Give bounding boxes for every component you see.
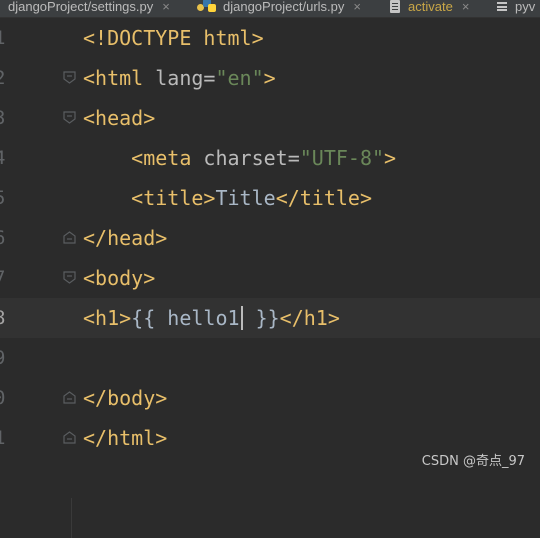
line-number: 1 bbox=[0, 418, 10, 458]
indent-guide bbox=[71, 498, 72, 538]
config-file-icon bbox=[497, 2, 507, 11]
line-number: 7 bbox=[0, 258, 10, 298]
code-text[interactable]: <head> bbox=[83, 98, 155, 138]
python-file-icon bbox=[197, 0, 217, 13]
fold-open-icon[interactable] bbox=[63, 71, 76, 84]
code-token: "UTF-8" bbox=[299, 146, 385, 170]
code-token: > bbox=[263, 66, 276, 90]
code-token: {{ hello1 bbox=[131, 306, 240, 330]
code-token: charset= bbox=[203, 146, 300, 170]
line-number: 9 bbox=[0, 338, 10, 378]
code-token: </html> bbox=[83, 426, 168, 450]
code-text[interactable]: </body> bbox=[83, 378, 167, 418]
code-token: </title> bbox=[275, 186, 373, 210]
code-line[interactable]: 0 </body> bbox=[0, 378, 540, 418]
close-icon[interactable]: × bbox=[462, 0, 470, 14]
code-token: Title bbox=[215, 186, 276, 210]
tab-urls-py[interactable]: djangoProject/urls.py × bbox=[197, 0, 361, 17]
tab-label: djangoProject/settings.py bbox=[8, 0, 154, 14]
tab-pyvenv[interactable]: pyv bbox=[497, 0, 535, 17]
fold-close-icon[interactable] bbox=[63, 231, 76, 244]
code-token: </head> bbox=[83, 226, 168, 250]
code-token: </h1> bbox=[279, 306, 340, 330]
code-text[interactable]: <meta charset="UTF-8"> bbox=[83, 138, 396, 178]
code-token: <body> bbox=[83, 266, 156, 290]
line-number: 2 bbox=[0, 58, 10, 98]
line-number: 4 bbox=[0, 138, 10, 178]
tab-label: djangoProject/urls.py bbox=[223, 0, 345, 14]
line-number: 3 bbox=[0, 98, 10, 138]
code-line[interactable]: 4 <meta charset="UTF-8"> bbox=[0, 138, 540, 178]
code-line[interactable]: 9 bbox=[0, 338, 540, 378]
code-line[interactable]: 2 <html lang="en"> bbox=[0, 58, 540, 98]
fold-close-icon[interactable] bbox=[63, 431, 76, 444]
code-text[interactable]: </head> bbox=[83, 218, 167, 258]
line-number: 8 bbox=[0, 298, 10, 338]
tab-activate[interactable]: activate × bbox=[390, 0, 469, 17]
watermark: CSDN @奇点_97 bbox=[421, 454, 525, 469]
code-editor[interactable]: 1<!DOCTYPE html>2<html lang="en">3<head>… bbox=[0, 18, 540, 538]
fold-open-icon[interactable] bbox=[63, 111, 76, 124]
code-token: }} bbox=[243, 306, 280, 330]
text-cursor bbox=[240, 306, 243, 330]
line-number: 0 bbox=[0, 378, 10, 418]
code-token: "en" bbox=[215, 66, 264, 90]
code-line[interactable]: 6 </head> bbox=[0, 218, 540, 258]
code-line[interactable]: 3 <head> bbox=[0, 98, 540, 138]
code-token: <head> bbox=[83, 106, 156, 130]
close-icon[interactable]: × bbox=[353, 0, 361, 14]
code-text[interactable]: <title>Title</title> bbox=[83, 178, 372, 218]
code-line-current[interactable]: 8 <h1>{{ hello1 }}</h1> bbox=[0, 298, 540, 338]
line-number: 5 bbox=[0, 178, 10, 218]
editor-tab-bar: djangoProject/settings.py × djangoProject… bbox=[0, 0, 540, 18]
fold-close-icon[interactable] bbox=[63, 391, 76, 404]
tab-settings-py[interactable]: djangoProject/settings.py × bbox=[8, 0, 170, 17]
code-text[interactable]: </html> bbox=[83, 418, 167, 458]
code-line[interactable]: 5 <title>Title</title> bbox=[0, 178, 540, 218]
code-token: <title> bbox=[131, 186, 216, 210]
code-token: lang= bbox=[155, 66, 216, 90]
code-token: </body> bbox=[83, 386, 168, 410]
code-token: <meta bbox=[131, 146, 204, 170]
close-icon[interactable]: × bbox=[162, 0, 170, 14]
code-line[interactable]: 7 <body> bbox=[0, 258, 540, 298]
line-number: 1 bbox=[0, 18, 10, 58]
code-token: <html bbox=[83, 66, 156, 90]
code-text[interactable]: <body> bbox=[83, 258, 155, 298]
code-text[interactable]: <!DOCTYPE html> bbox=[83, 18, 264, 58]
tab-label: pyv bbox=[515, 0, 536, 14]
code-token: > bbox=[384, 146, 397, 170]
code-text[interactable]: <html lang="en"> bbox=[83, 58, 276, 98]
line-number: 6 bbox=[0, 218, 10, 258]
code-text[interactable]: <h1>{{ hello1 }}</h1> bbox=[83, 298, 340, 338]
code-token: <h1> bbox=[83, 306, 132, 330]
text-file-icon bbox=[390, 0, 400, 13]
tab-label: activate bbox=[408, 0, 453, 14]
fold-open-icon[interactable] bbox=[63, 271, 76, 284]
code-token: <!DOCTYPE html> bbox=[83, 26, 264, 50]
code-line[interactable]: 1 <!DOCTYPE html> bbox=[0, 18, 540, 58]
